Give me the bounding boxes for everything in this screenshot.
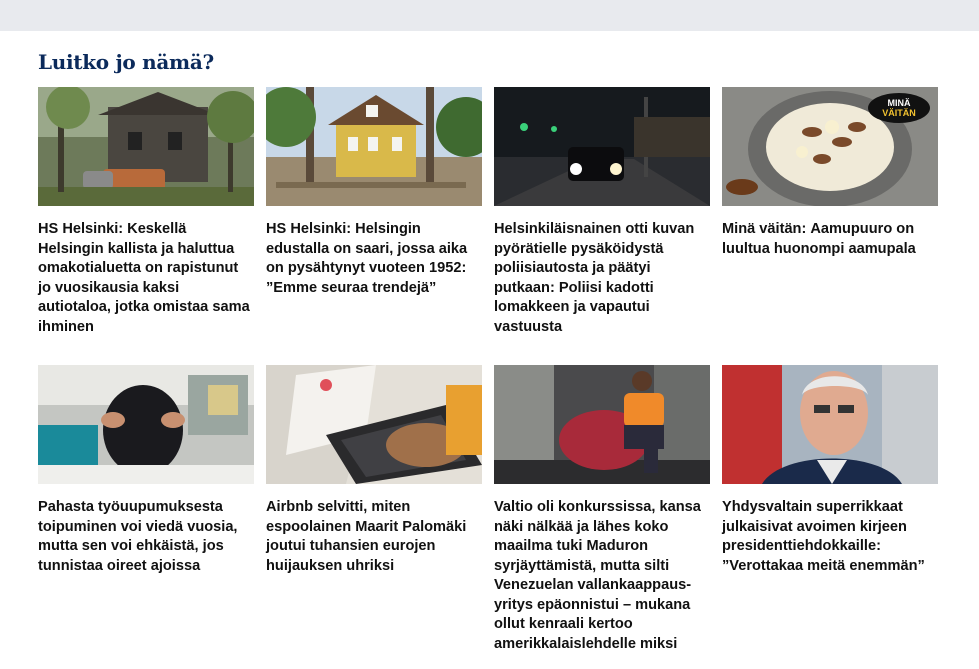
opinion-badge: MINÄ VÄITÄN bbox=[868, 93, 930, 123]
article-headline[interactable]: Airbnb selvitti, miten espoolainen Maari… bbox=[266, 498, 482, 576]
laptop-airbnb-image[interactable] bbox=[266, 365, 482, 484]
article-title: Airbnb selvitti, miten espoolainen Maari… bbox=[266, 499, 467, 574]
article-title: Valtio oli konkurssissa, kansa näki nälk… bbox=[494, 499, 701, 652]
article-card[interactable]: Helsinkiläisnainen otti kuvan pyörätiell… bbox=[494, 87, 710, 337]
article-section-label: Minä väitän: bbox=[722, 221, 807, 237]
article-title: Keskellä Helsingin kallista ja haluttua … bbox=[38, 221, 250, 335]
article-headline[interactable]: Valtio oli konkurssissa, kansa näki nälk… bbox=[494, 498, 710, 654]
article-card[interactable]: Airbnb selvitti, miten espoolainen Maari… bbox=[266, 365, 482, 576]
article-card[interactable]: Valtio oli konkurssissa, kansa näki nälk… bbox=[494, 365, 710, 654]
abandoned-house-image[interactable] bbox=[38, 87, 254, 206]
badge-line2: VÄITÄN bbox=[882, 108, 916, 118]
article-headline[interactable]: Yhdysvaltain superrikkaat julkaisivat av… bbox=[722, 498, 938, 576]
article-section-label: HS Helsinki: bbox=[266, 221, 352, 237]
article-card[interactable]: HS Helsinki: Keskellä Helsingin kallista … bbox=[38, 87, 254, 337]
article-headline[interactable]: HS Helsinki: Helsingin edustalla on saari… bbox=[266, 220, 482, 298]
article-headline[interactable]: HS Helsinki: Keskellä Helsingin kallista … bbox=[38, 220, 254, 337]
article-headline[interactable]: Minä väitän: Aamupuuro on luultua huonomp… bbox=[722, 220, 938, 259]
article-title: Pahasta työuupumuksesta toipuminen voi v… bbox=[38, 499, 238, 574]
police-car-image[interactable] bbox=[494, 87, 710, 206]
article-title: Yhdysvaltain superrikkaat julkaisivat av… bbox=[722, 499, 925, 574]
section-title: Luitko jo nämä? bbox=[38, 50, 214, 74]
article-card[interactable]: HS Helsinki: Helsingin edustalla on saari… bbox=[266, 87, 482, 298]
top-bar bbox=[0, 0, 979, 31]
elderly-man-portrait-image[interactable] bbox=[722, 365, 938, 484]
article-title: Helsinkiläisnainen otti kuvan pyörätiell… bbox=[494, 221, 695, 335]
porridge-bowl-image[interactable]: MINÄ VÄITÄN bbox=[722, 87, 938, 206]
article-card[interactable]: MINÄ VÄITÄN Minä väitän: Aamupuuro on luul… bbox=[722, 87, 938, 259]
article-headline[interactable]: Helsinkiläisnainen otti kuvan pyörätiell… bbox=[494, 220, 710, 337]
article-section-label: HS Helsinki: bbox=[38, 221, 124, 237]
man-in-chair-image[interactable] bbox=[494, 365, 710, 484]
badge-line1: MINÄ bbox=[887, 98, 911, 108]
stressed-person-image[interactable] bbox=[38, 365, 254, 484]
yellow-villa-image[interactable] bbox=[266, 87, 482, 206]
article-card[interactable]: Yhdysvaltain superrikkaat julkaisivat av… bbox=[722, 365, 938, 576]
article-card[interactable]: Pahasta työuupumuksesta toipuminen voi v… bbox=[38, 365, 254, 576]
article-headline[interactable]: Pahasta työuupumuksesta toipuminen voi v… bbox=[38, 498, 254, 576]
